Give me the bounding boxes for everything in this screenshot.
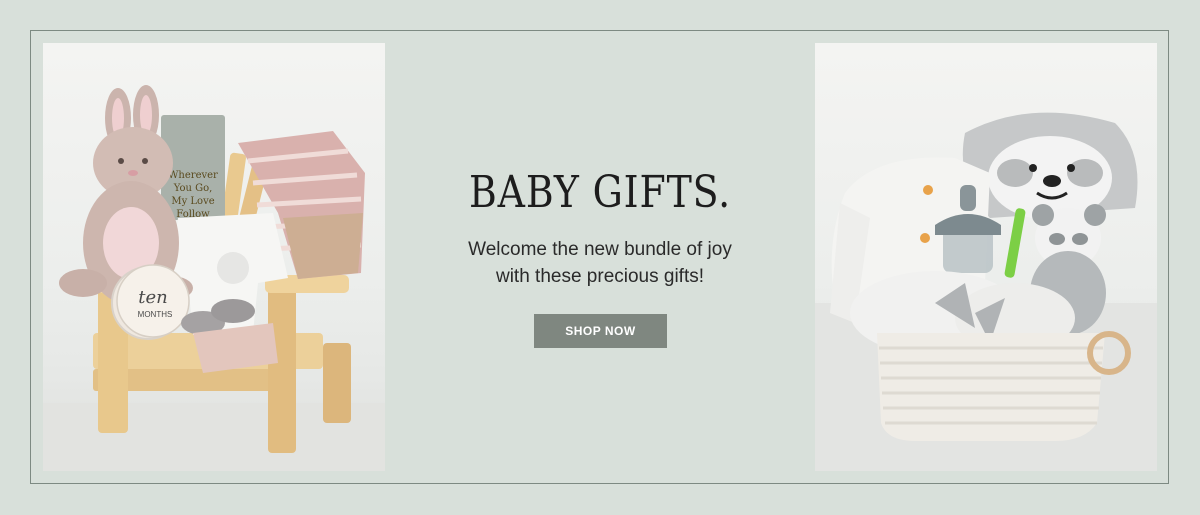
svg-text:My Love: My Love (171, 196, 214, 207)
hero-banner: Wherever You Go, My Love Follow ten MONT… (0, 0, 1200, 515)
svg-text:You Go,: You Go, (173, 183, 213, 194)
sloth-basket-illustration (815, 112, 1157, 471)
banner-title: BABY GIFTS. (468, 167, 732, 218)
svg-text:Wherever: Wherever (168, 170, 218, 181)
svg-text:MONTHS: MONTHS (138, 310, 173, 319)
shop-now-button[interactable]: SHOP NOW (534, 314, 667, 348)
bunny-chair-illustration: Wherever You Go, My Love Follow ten MONT… (43, 85, 385, 471)
right-product-image[interactable] (815, 43, 1157, 471)
banner-content: BABY GIFTS. Welcome the new bundle of jo… (385, 43, 815, 471)
left-product-image[interactable]: Wherever You Go, My Love Follow ten MONT… (43, 43, 385, 471)
svg-text:ten: ten (138, 287, 167, 308)
banner-subtitle: Welcome the new bundle of joy with these… (468, 239, 732, 287)
